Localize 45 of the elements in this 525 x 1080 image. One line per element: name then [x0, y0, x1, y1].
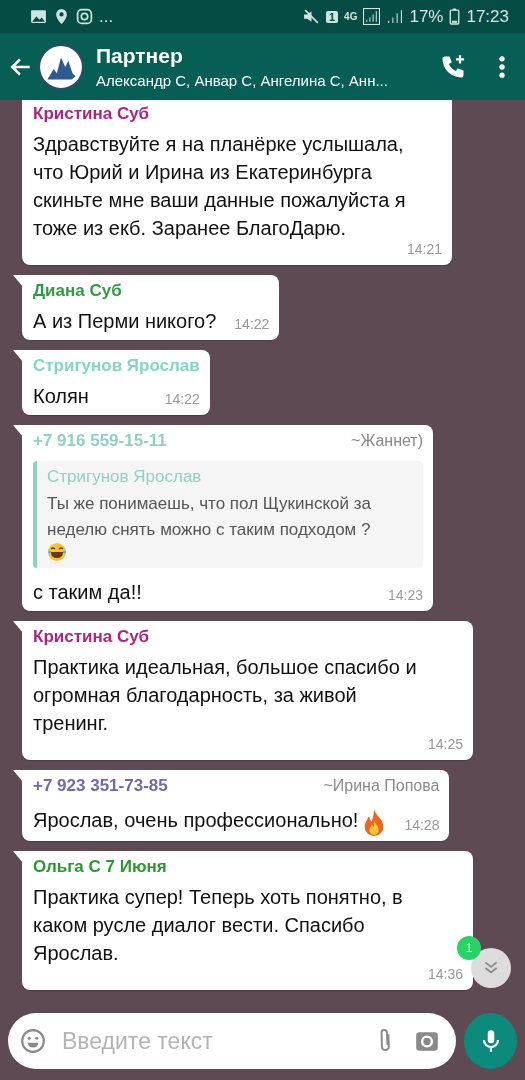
- quoted-text: Ты же понимаешь, что пол Щукинской за неделю снять можно с таким подходом ?: [47, 493, 372, 541]
- sim-indicator: 1: [325, 10, 339, 23]
- message-input-field[interactable]: Введите текст: [60, 1026, 360, 1056]
- battery-icon: [449, 8, 461, 25]
- message-time: 14:22: [163, 392, 200, 409]
- message-text: с таким да!!: [33, 581, 142, 603]
- gallery-icon: [30, 8, 47, 25]
- message-text: А из Перми никого?: [33, 310, 217, 332]
- sender-name[interactable]: Кристина Суб: [33, 104, 150, 124]
- message-composer[interactable]: Введите текст: [8, 1013, 456, 1069]
- message-time: 14:21: [405, 242, 442, 259]
- group-avatar[interactable]: [38, 43, 84, 90]
- more-notifications: ...: [99, 6, 114, 27]
- sender-push-name: ~Ирина Попова: [323, 777, 440, 795]
- sender-push-name: ~Жаннет): [351, 432, 423, 450]
- message-time: 14:25: [426, 737, 463, 754]
- sender-name[interactable]: Диана Суб: [33, 281, 122, 301]
- sender-name[interactable]: +7 923 351-73-85: [33, 776, 168, 796]
- voice-message-button[interactable]: [464, 1013, 517, 1069]
- signal-icon: [386, 8, 404, 25]
- mute-icon: [302, 8, 320, 25]
- battery-percent: 17%: [409, 6, 444, 27]
- quoted-message[interactable]: Стригунов Ярослав Ты же понимаешь, что пол Щукинской за неделю снять можно с таким подходом ?: [33, 461, 423, 568]
- message-text: Здравствуйте я на планёрке услышала, что Юрий и Ирина из Екатеринбурга скиньте мне ваши данные пожалуйста я тоже из екб. Заранее БлагоДарю.: [33, 133, 406, 239]
- location-pin-icon: [53, 8, 70, 25]
- sender-name[interactable]: Кристина Суб: [33, 627, 150, 647]
- message-text: Практика супер! Теперь хоть понятно, в каком русле диалог вести. Спасибо Ярослав.: [33, 885, 403, 964]
- message-time: 14:28: [403, 817, 440, 835]
- group-members: Александр С, Анвар С, Ангелина С, Анн...: [96, 72, 389, 89]
- emoji-icon[interactable]: [20, 1028, 46, 1054]
- laughing-emoji-icon: [47, 542, 67, 562]
- quoted-sender: Стригунов Ярослав: [47, 467, 203, 487]
- network-type: 4G: [344, 11, 358, 22]
- message-text: Колян: [33, 385, 89, 407]
- sender-name[interactable]: Ольга С 7 Июня: [33, 856, 167, 877]
- message-time: 14:22: [233, 317, 270, 334]
- group-title[interactable]: Партнер: [96, 44, 419, 68]
- scroll-down-button[interactable]: [471, 948, 511, 988]
- camera-icon: [76, 8, 93, 25]
- message-time: 14:23: [386, 588, 423, 605]
- message-text: Практика идеальная, большое спасибо и огромная благодарность, за живой тренинг.: [33, 656, 417, 734]
- signal-icon: [363, 8, 381, 25]
- message-text: Ярослав, очень профессионально!: [33, 809, 359, 831]
- clock: 17:23: [466, 6, 509, 27]
- message-time: 14:36: [426, 966, 463, 984]
